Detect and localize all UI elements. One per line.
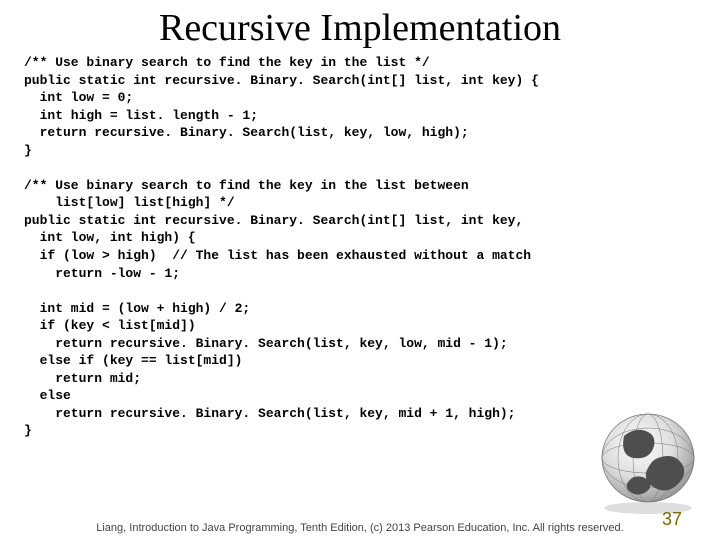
footer-text: Liang, Introduction to Java Programming,… <box>0 522 720 534</box>
slide-title: Recursive Implementation <box>24 6 696 50</box>
code-block: /** Use binary search to find the key in… <box>24 54 696 440</box>
slide: Recursive Implementation /** Use binary … <box>0 0 720 540</box>
page-number: 37 <box>662 509 682 530</box>
